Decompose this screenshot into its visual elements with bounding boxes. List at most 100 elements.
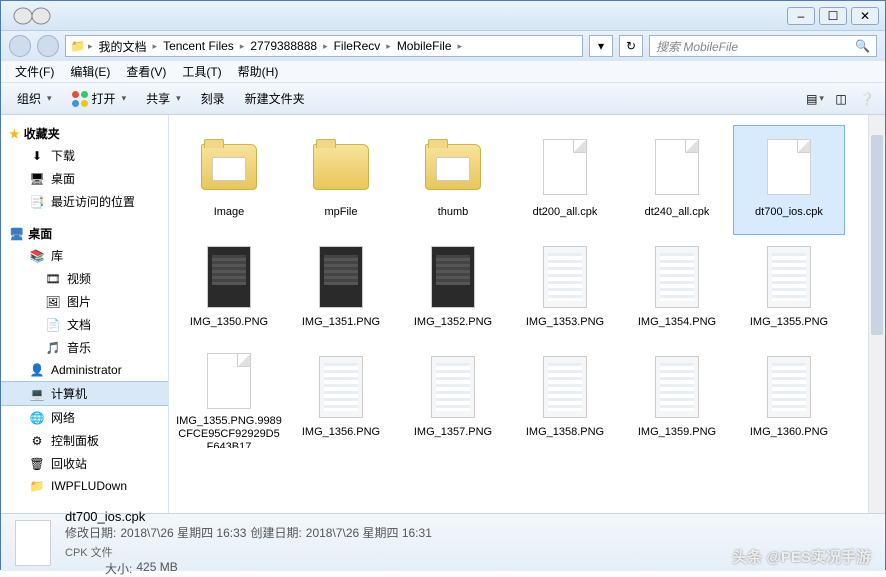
- file-tile[interactable]: IMG_1351.PNG: [285, 235, 397, 345]
- size-value: 425 MB: [136, 560, 177, 577]
- toolbar: 组织 打开 共享 刻录 新建文件夹 ▤ ◫ ❔: [1, 83, 885, 115]
- size-label: 大小:: [105, 560, 132, 577]
- download-icon: ⬇: [29, 148, 45, 164]
- chevron-right-icon[interactable]: ▸: [86, 41, 95, 52]
- menu-edit[interactable]: 编辑(E): [62, 63, 118, 80]
- breadcrumb-item[interactable]: MobileFile: [393, 39, 456, 53]
- breadcrumb-item[interactable]: 我的文档: [95, 38, 151, 55]
- file-tile[interactable]: IMG_1359.PNG: [621, 345, 733, 455]
- burn-button[interactable]: 刻录: [193, 87, 233, 110]
- minimize-button[interactable]: –: [787, 7, 815, 25]
- search-input[interactable]: 搜索 MobileFile 🔍: [649, 35, 877, 57]
- desktop-group[interactable]: 🖥桌面: [1, 223, 168, 244]
- open-icon: [72, 91, 88, 107]
- sidebar-music[interactable]: 🎵音乐: [1, 336, 168, 359]
- img-light-icon: [535, 242, 595, 312]
- file-tile[interactable]: IMG_1356.PNG: [285, 345, 397, 455]
- file-tile[interactable]: IMG_1355.PNG: [733, 235, 845, 345]
- file-label: IMG_1351.PNG: [302, 316, 380, 329]
- refresh-button[interactable]: ↻: [619, 35, 643, 57]
- file-tile[interactable]: IMG_1358.PNG: [509, 345, 621, 455]
- open-button[interactable]: 打开: [64, 87, 135, 110]
- organize-button[interactable]: 组织: [9, 87, 60, 110]
- sidebar-downloads[interactable]: ⬇下载: [1, 144, 168, 167]
- sidebar-administrator[interactable]: 👤Administrator: [1, 359, 168, 381]
- desktop-icon: 🖥: [29, 171, 45, 187]
- new-folder-button[interactable]: 新建文件夹: [237, 87, 313, 110]
- file-tile[interactable]: thumb: [397, 125, 509, 235]
- watermark: 头条 @PES实况手游: [732, 546, 871, 567]
- video-icon: 🎞: [45, 271, 61, 287]
- menu-help[interactable]: 帮助(H): [230, 63, 287, 80]
- sidebar-recent[interactable]: 📑最近访问的位置: [1, 190, 168, 213]
- view-options-button[interactable]: ▤: [805, 89, 825, 109]
- file-tile[interactable]: IMG_1350.PNG: [173, 235, 285, 345]
- file-tile[interactable]: IMG_1355.PNG.9989CFCE95CF92929D5F643B17: [173, 345, 285, 455]
- sidebar-libraries[interactable]: 📚库: [1, 244, 168, 267]
- img-dark-icon: [311, 242, 371, 312]
- recent-icon: 📑: [29, 194, 45, 210]
- file-tile[interactable]: IMG_1352.PNG: [397, 235, 509, 345]
- forward-button[interactable]: [37, 35, 59, 57]
- search-icon[interactable]: 🔍: [855, 39, 870, 53]
- sidebar-extra[interactable]: 📁IWPFLUDown: [1, 475, 168, 497]
- sidebar-documents[interactable]: 📄文档: [1, 313, 168, 336]
- maximize-button[interactable]: ☐: [819, 7, 847, 25]
- breadcrumb-item[interactable]: 2779388888: [246, 39, 321, 53]
- file-tile[interactable]: IMG_1353.PNG: [509, 235, 621, 345]
- file-grid[interactable]: ImagempFile thumb dt200_all.cpk dt240_all.c…: [169, 115, 868, 513]
- file-tile[interactable]: Image: [173, 125, 285, 235]
- file-label: IMG_1356.PNG: [302, 426, 380, 439]
- file-tile[interactable]: IMG_1354.PNG: [621, 235, 733, 345]
- menu-bar: 文件(F) 编辑(E) 查看(V) 工具(T) 帮助(H): [1, 61, 885, 83]
- file-tile[interactable]: mpFile: [285, 125, 397, 235]
- page-icon: [647, 132, 707, 202]
- selected-file-name: dt700_ios.cpk: [65, 509, 145, 524]
- img-dark-icon: [423, 242, 483, 312]
- sidebar-recycle-bin[interactable]: 🗑回收站: [1, 452, 168, 475]
- preview-pane-button[interactable]: ◫: [831, 89, 851, 109]
- help-button[interactable]: ❔: [857, 89, 877, 109]
- details-pane: dt700_ios.cpk 修改日期: 2018\7\26 星期四 16:33 …: [1, 513, 885, 571]
- file-tile[interactable]: dt200_all.cpk: [509, 125, 621, 235]
- history-dropdown[interactable]: ▾: [589, 35, 613, 57]
- scroll-thumb[interactable]: [871, 135, 883, 335]
- breadcrumb-item[interactable]: Tencent Files: [159, 39, 238, 53]
- file-tile[interactable]: IMG_1360.PNG: [733, 345, 845, 455]
- sidebar-videos[interactable]: 🎞视频: [1, 267, 168, 290]
- sidebar-pictures[interactable]: 🖼图片: [1, 290, 168, 313]
- file-tile[interactable]: dt700_ios.cpk: [733, 125, 845, 235]
- favorites-group[interactable]: ★收藏夹: [1, 123, 168, 144]
- selected-file-type: CPK 文件: [65, 547, 113, 559]
- menu-file[interactable]: 文件(F): [7, 63, 62, 80]
- menu-view[interactable]: 查看(V): [118, 63, 174, 80]
- file-label: IMG_1357.PNG: [414, 426, 492, 439]
- back-button[interactable]: [9, 35, 31, 57]
- sidebar-control-panel[interactable]: ⚙控制面板: [1, 429, 168, 452]
- file-label: IMG_1354.PNG: [638, 316, 716, 329]
- page-icon: [759, 132, 819, 202]
- sidebar-computer[interactable]: 💻计算机: [1, 381, 168, 406]
- close-button[interactable]: ✕: [851, 7, 879, 25]
- created-value: 2018\7\26 星期四 16:31: [306, 524, 432, 541]
- breadcrumb-item[interactable]: FileRecv: [330, 39, 385, 53]
- selected-file-icon: [15, 520, 51, 566]
- folder-icon: 📁: [29, 478, 45, 494]
- file-tile[interactable]: IMG_1357.PNG: [397, 345, 509, 455]
- menu-tools[interactable]: 工具(T): [174, 63, 229, 80]
- explorer-logo: [9, 5, 57, 30]
- file-label: IMG_1355.PNG.9989CFCE95CF92929D5F643B17: [176, 415, 282, 448]
- share-button[interactable]: 共享: [138, 87, 189, 110]
- img-light-icon: [647, 352, 707, 422]
- file-label: thumb: [438, 206, 469, 219]
- sidebar-desktop[interactable]: 🖥桌面: [1, 167, 168, 190]
- file-tile[interactable]: dt240_all.cpk: [621, 125, 733, 235]
- folder-open-icon: [199, 132, 259, 202]
- titlebar: – ☐ ✕: [1, 1, 885, 31]
- page-icon: [199, 352, 259, 411]
- file-label: dt200_all.cpk: [533, 206, 598, 219]
- sidebar-network[interactable]: 🌐网络: [1, 406, 168, 429]
- img-dark-icon: [199, 242, 259, 312]
- vertical-scrollbar[interactable]: [868, 115, 885, 513]
- breadcrumb[interactable]: 📁 ▸ 我的文档▸ Tencent Files▸ 2779388888▸ Fil…: [65, 35, 583, 57]
